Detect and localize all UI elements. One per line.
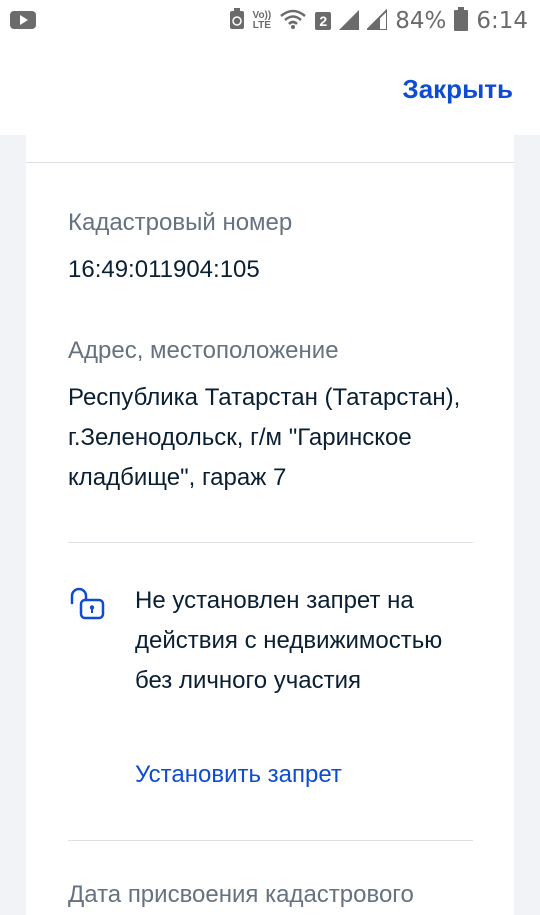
sim-badge: 2: [315, 12, 332, 30]
close-button[interactable]: Закрыть: [402, 74, 513, 105]
youtube-notification-icon: [10, 9, 36, 36]
set-ban-link[interactable]: Установить запрет: [135, 761, 342, 789]
divider: [68, 840, 473, 841]
address-label: Адрес, местоположение: [68, 337, 339, 364]
wifi-icon: [279, 8, 307, 35]
top-header: Закрыть: [0, 42, 540, 135]
cadastral-number-label: Кадастровый номер: [68, 209, 293, 236]
battery-percent: 84%: [395, 8, 447, 34]
address-value: Республика Татарстан (Татарстан), г.Зеле…: [68, 384, 461, 491]
unlocked-padlock-icon: [69, 587, 105, 626]
no-ban-notice: Не установлен запрет на действия с недви…: [135, 587, 443, 694]
volte-icon: Vo)) LTE: [252, 10, 272, 31]
recycle-notification-icon: [229, 7, 245, 35]
assignment-date-label: Дата присвоения кадастрового: [68, 881, 414, 908]
status-bar: Vo)) LTE 2 84% 6:14: [0, 0, 540, 42]
object-details-card: Кадастровый номер 16:49:011904:105 Адрес…: [26, 135, 514, 915]
signal-icon: [339, 8, 360, 35]
cadastral-number-value: 16:49:011904:105: [68, 256, 260, 283]
battery-icon: [454, 6, 469, 36]
clock: 6:14: [476, 8, 528, 34]
signal-icon-2: [364, 7, 389, 35]
divider: [26, 162, 514, 163]
divider: [68, 542, 473, 543]
